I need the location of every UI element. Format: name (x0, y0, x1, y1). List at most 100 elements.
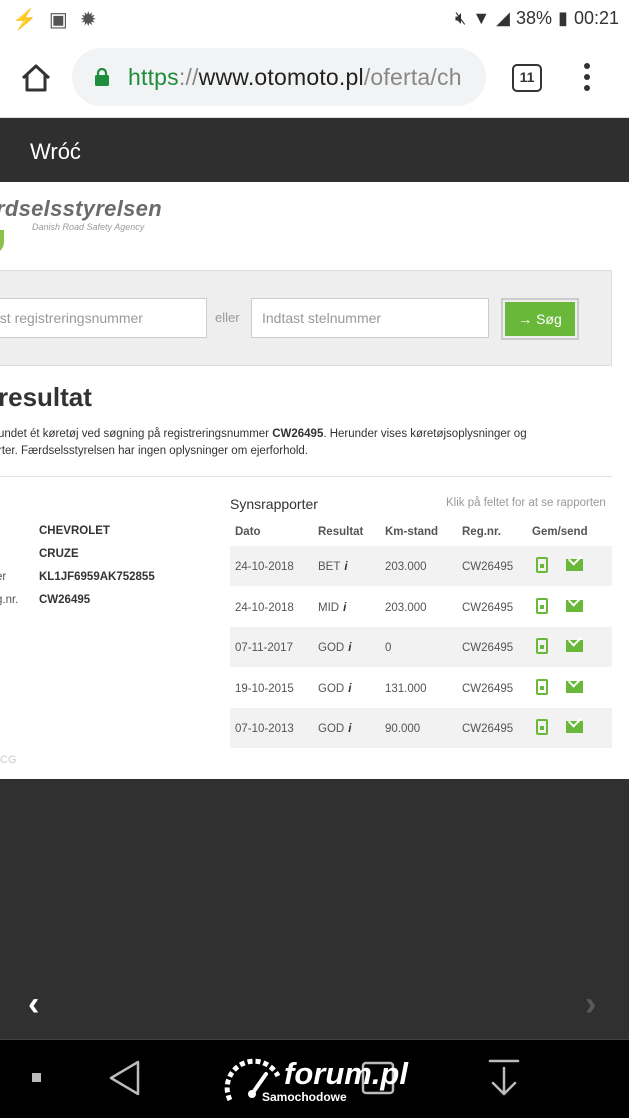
cell-reg: CW26495 (462, 723, 514, 735)
menu-dot-icon (584, 74, 590, 80)
eller-label: eller (215, 310, 240, 325)
chassis-number-input[interactable]: Indtast stelnummer (251, 298, 489, 338)
mail-icon[interactable] (566, 640, 583, 652)
col-header-reg: Reg.nr. (462, 526, 501, 538)
cell-dato: 07-11-2017 (235, 642, 293, 654)
info-icon[interactable]: i (343, 602, 346, 614)
col-header-resultat: Resultat (318, 526, 364, 538)
cell-reg: CW26495 (462, 561, 514, 573)
signal-alert-icon: ⚡ (12, 9, 37, 31)
info-icon[interactable]: i (348, 642, 351, 654)
info-icon[interactable]: i (344, 561, 347, 573)
url-field[interactable]: https://www.otomoto.pl/oferta/ch (72, 48, 486, 106)
mute-icon: 🔇︎ (455, 8, 467, 28)
table-row[interactable]: 07-10-2013 GOD i 90.000 CW26495 (230, 708, 612, 749)
save-icon[interactable] (536, 678, 548, 695)
inspection-reports-title: Synsrapporter (230, 496, 318, 512)
page-header: Wróć (0, 119, 629, 182)
inspection-reports-hint: Klik på feltet for at se rapporten (446, 497, 606, 509)
table-row[interactable]: 19-10-2015 GOD i 131.000 CW26495 (230, 668, 612, 708)
logo-leaf-icon (0, 230, 4, 254)
mail-icon[interactable] (566, 680, 583, 693)
previous-image-button[interactable]: ‹ (28, 985, 39, 1024)
resultat-text: MID (318, 601, 340, 614)
result-line1-pre: undet ét køretøj ved søgning på registre… (0, 428, 273, 440)
cell-resultat: GOD i (318, 683, 351, 695)
table-row[interactable]: 24-10-2018 BET i 203.000 CW26495 (230, 546, 612, 587)
table-header: Dato Resultat Km-stand Reg.nr. Gem/send (230, 520, 612, 546)
cell-resultat: BET i (318, 561, 348, 573)
search-button-label: → Søg (505, 302, 575, 336)
result-heading: resultat (0, 382, 92, 412)
col-header-km: Km-stand (385, 526, 439, 538)
home-button[interactable] (18, 60, 54, 96)
status-bar: ⚡ ▣ ✹ 🔇︎ ▼ ◢ 38% ▮ 00:21 (0, 0, 629, 38)
settings-notification-icon: ✹ (79, 9, 97, 31)
col-header-dato: Dato (235, 526, 261, 538)
faded-text: CG (0, 754, 17, 766)
vehicle-make: CHEVROLET (39, 525, 110, 537)
save-icon[interactable] (536, 597, 548, 614)
table-row[interactable]: 24-10-2018 MID i 203.000 CW26495 (230, 587, 612, 627)
lock-icon (95, 68, 109, 86)
browser-toolbar: https://www.otomoto.pl/oferta/ch 11 (0, 38, 629, 118)
info-icon[interactable]: i (348, 683, 351, 695)
save-icon[interactable] (536, 719, 548, 735)
url-scheme: https (128, 64, 179, 90)
next-image-button[interactable]: › (585, 985, 596, 1024)
result-reg-number: CW26495 (272, 428, 324, 440)
menu-dot-icon (584, 85, 590, 91)
back-nav-icon[interactable] (106, 1058, 142, 1098)
col-header-gem-send: Gem/send (532, 526, 588, 538)
mail-icon[interactable] (566, 599, 583, 612)
tab-switcher-button[interactable]: 11 (512, 64, 542, 92)
resultat-text: GOD (318, 723, 345, 735)
url-path: /oferta/ch (363, 64, 462, 90)
cell-resultat: GOD i (318, 723, 351, 735)
table-row[interactable]: 07-11-2017 GOD i 0 CW26495 (230, 627, 612, 668)
watermark-forum-text: forum.pl (284, 1056, 408, 1091)
clock: 00:21 (573, 8, 619, 28)
watermark-sub-text: Samochodowe (262, 1090, 347, 1104)
battery-percent: 38% (516, 8, 553, 28)
mail-icon[interactable] (566, 559, 583, 571)
home-icon (21, 64, 51, 92)
vehicle-vin: KL1JF6959AK752855 (39, 571, 155, 583)
overflow-menu-button[interactable] (578, 60, 596, 96)
divider (0, 476, 612, 477)
search-button[interactable]: → Søg (501, 298, 579, 340)
cell-reg: CW26495 (462, 682, 514, 695)
agency-logo: rdselsstyrelsen Danish Road Safety Agenc… (0, 196, 162, 254)
result-line2: rter. Færdselsstyrelsen har ingen oplysn… (0, 445, 309, 457)
image-notification-icon: ▣ (48, 9, 68, 31)
vehicle-label: g.nr. (0, 594, 19, 606)
forum-watermark: forum.pl Samochodowe (222, 1056, 408, 1113)
mail-icon[interactable] (566, 721, 583, 733)
battery-icon: ▮ (558, 8, 568, 28)
cell-dato: 24-10-2018 (235, 601, 294, 614)
inspection-table: Dato Resultat Km-stand Reg.nr. Gem/send … (230, 520, 612, 749)
save-icon[interactable] (536, 638, 548, 654)
gallery-background (0, 779, 629, 1039)
resultat-text: BET (318, 561, 341, 573)
cell-resultat: MID i (318, 602, 346, 614)
cell-signal-icon: ◢ (496, 8, 511, 28)
menu-dot-icon (584, 63, 590, 69)
cell-dato: 07-10-2013 (235, 723, 294, 735)
info-icon[interactable]: i (348, 723, 351, 735)
url-text: https://www.otomoto.pl/oferta/ch (128, 64, 462, 91)
registration-input[interactable]: ast registreringsnummer (0, 298, 207, 338)
back-link[interactable]: Wróć (30, 139, 81, 165)
vehicle-model: CRUZE (39, 548, 79, 560)
cell-dato: 24-10-2018 (235, 561, 294, 573)
wifi-icon: ▼ (472, 8, 491, 28)
logo-subtitle: Danish Road Safety Agency (32, 222, 145, 232)
download-nav-icon[interactable] (487, 1058, 521, 1098)
cell-km: 131.000 (385, 682, 427, 695)
save-icon[interactable] (536, 557, 548, 573)
resultat-text: GOD (318, 642, 345, 654)
cell-resultat: GOD i (318, 642, 351, 654)
result-description: undet ét køretøj ved søgning på registre… (0, 426, 618, 460)
url-host: www.otomoto.pl (198, 64, 364, 90)
vehicle-reg: CW26495 (39, 594, 91, 606)
